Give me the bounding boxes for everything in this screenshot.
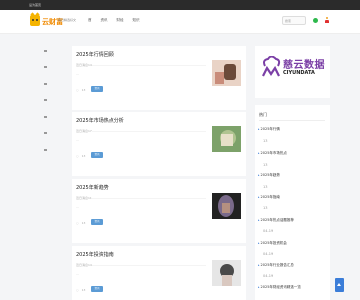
left-nav-item[interactable] <box>44 50 47 52</box>
triangle-icon: ▸ <box>258 127 260 131</box>
post-thumbnail[interactable] <box>212 260 241 286</box>
cat-logo-icon[interactable] <box>30 15 40 26</box>
post-tag[interactable]: 资讯 <box>91 86 103 92</box>
comment-icon: ◌ <box>76 221 79 225</box>
post-title[interactable]: 2025年市场热点分析 <box>76 117 124 124</box>
hot-list-widget: 热门 ▸2025年行情 13 ▸2025年市场热点 13 ▸2025年趋势 13… <box>255 105 330 300</box>
post-excerpt-more: … <box>76 138 79 142</box>
post-thumbnail[interactable] <box>212 193 241 219</box>
view-count: 13 <box>81 154 86 158</box>
post-meta: ◌ 13 <box>76 221 85 225</box>
ciyun-logo-icon <box>262 56 281 77</box>
top-bar: 设为首页 <box>0 0 360 10</box>
left-nav-item[interactable] <box>44 132 47 134</box>
triangle-icon: ▸ <box>258 195 260 199</box>
site-slogan: 每日精选好文 <box>58 18 77 22</box>
user-icon[interactable] <box>325 17 329 24</box>
post-tag[interactable]: 资讯 <box>91 286 103 292</box>
hot-list-item[interactable]: ▸2025年行情 <box>258 127 280 132</box>
left-nav-item[interactable] <box>44 99 47 101</box>
post-tag[interactable]: 资讯 <box>91 152 103 158</box>
hot-list-item[interactable]: ▸2025年趋势 <box>258 173 280 178</box>
post-excerpt-more: … <box>76 272 79 276</box>
hot-list-date: 13 <box>263 139 268 143</box>
post-title[interactable]: 2025年投资指南 <box>76 251 114 258</box>
hot-list-date: 04-19 <box>263 229 274 233</box>
post-excerpt: 近日消息17…………………………………………………………………………………………… <box>76 129 206 133</box>
triangle-icon: ▸ <box>258 263 260 267</box>
nav-item[interactable]: 首 <box>88 18 92 23</box>
post-title[interactable]: 2025年新趋势 <box>76 184 109 191</box>
sponsor-name: 慈云数据 <box>283 60 325 71</box>
message-icon[interactable] <box>313 18 318 23</box>
post-card[interactable]: 2025年投资指南 近日消息14………………………………………………………………… <box>72 246 246 300</box>
post-card[interactable]: 2025年新趋势 近日消息11…………………………………………………………………… <box>72 179 246 243</box>
hot-list-item[interactable]: ▸2025年热点话题推荐 <box>258 218 294 223</box>
left-nav-item[interactable] <box>44 116 47 118</box>
hot-list-item[interactable]: ▸2025年指南 <box>258 195 280 200</box>
hot-list-item[interactable]: ▸2025年财经资讯精选一览 <box>258 285 301 290</box>
post-excerpt: 近日消息11…………………………………………………………………………………………… <box>76 196 206 200</box>
post-thumbnail[interactable] <box>212 60 241 86</box>
view-count: 13 <box>81 221 86 225</box>
hot-list-date: 04-19 <box>263 252 274 256</box>
triangle-icon: ▸ <box>258 151 260 155</box>
site-header: 云财富 每日精选好文 首 资讯 财经 知识 搜索 <box>0 10 360 34</box>
triangle-icon: ▸ <box>258 285 260 289</box>
sponsor-name-en: CIYUNDATA <box>283 70 315 76</box>
post-excerpt-more: … <box>76 72 79 76</box>
comment-icon: ◌ <box>76 154 79 158</box>
post-meta: ◌ 13 <box>76 88 85 92</box>
post-excerpt: 近日消息14…………………………………………………………………………………………… <box>76 63 206 67</box>
triangle-icon: ▸ <box>258 173 260 177</box>
post-tag[interactable]: 资讯 <box>91 219 103 225</box>
post-title[interactable]: 2025年行情回顾 <box>76 51 114 58</box>
post-meta: ◌ 13 <box>76 288 85 292</box>
nav-item[interactable]: 知识 <box>133 18 140 23</box>
post-excerpt: 近日消息14…………………………………………………………………………………………… <box>76 263 206 267</box>
view-count: 13 <box>81 88 86 92</box>
sponsor-banner[interactable]: 慈云数据 CIYUNDATA <box>255 46 330 98</box>
widget-divider <box>259 120 325 121</box>
post-excerpt-more: … <box>76 205 79 209</box>
hot-list-date: 13 <box>263 163 268 167</box>
search-input[interactable]: 搜索 <box>282 16 306 25</box>
top-bar-link[interactable]: 设为首页 <box>29 3 41 7</box>
main-nav: 首 资讯 财经 知识 <box>88 18 140 23</box>
comment-icon: ◌ <box>76 88 79 92</box>
hot-list-item[interactable]: ▸2025年市场热点 <box>258 151 287 156</box>
hot-list-date: 13 <box>263 206 268 210</box>
back-to-top-button[interactable] <box>335 278 344 292</box>
left-nav-item[interactable] <box>44 83 47 85</box>
left-nav-item[interactable] <box>44 66 47 68</box>
left-nav-item[interactable] <box>44 149 47 151</box>
hot-list-item[interactable]: ▸2025年投资机会 <box>258 241 287 246</box>
post-thumbnail[interactable] <box>212 126 241 152</box>
comment-icon: ◌ <box>76 288 79 292</box>
post-meta: ◌ 13 <box>76 154 85 158</box>
widget-title: 热门 <box>259 112 267 117</box>
nav-item[interactable]: 资讯 <box>101 18 108 23</box>
post-card[interactable]: 2025年行情回顾 近日消息14………………………………………………………………… <box>72 46 246 110</box>
triangle-icon: ▸ <box>258 241 260 245</box>
nav-item[interactable]: 财经 <box>117 18 124 23</box>
triangle-icon: ▸ <box>258 218 260 222</box>
post-card[interactable]: 2025年市场热点分析 近日消息17…………………………………………………………… <box>72 112 246 176</box>
hot-list-date: 04-19 <box>263 274 274 278</box>
hot-list-date: 13 <box>263 185 268 189</box>
view-count: 13 <box>81 288 86 292</box>
hot-list-item[interactable]: ▸2025年行业报告汇总 <box>258 263 294 268</box>
